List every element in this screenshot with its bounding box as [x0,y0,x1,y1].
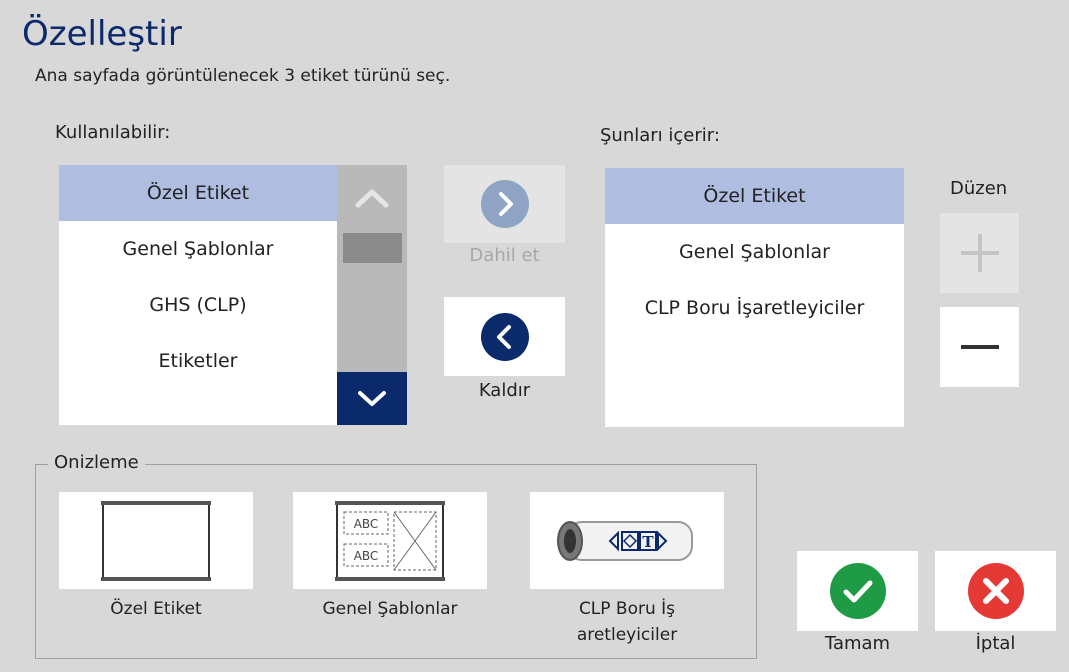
preview-caption: Genel Şablonlar [322,599,458,619]
list-item[interactable]: Özel Etiket [59,165,337,221]
checkmark-icon [829,563,886,619]
chevron-up-icon [355,189,389,207]
remove-button-label: Kaldır [478,380,531,401]
scroll-down-button[interactable] [337,372,407,425]
contains-list-label: Şunları içerir: [600,125,720,146]
page-title: Özelleştir [22,14,182,54]
scroll-up-button[interactable] [337,165,407,230]
list-item[interactable]: Genel Şablonlar [605,224,904,280]
template-abc-text: ABC [354,517,379,531]
template-grid-icon: ABC ABC [335,500,445,581]
move-down-button[interactable] [940,307,1019,387]
chevron-left-circle-icon [480,312,529,361]
list-item[interactable]: Özel Etiket [605,168,904,224]
move-up-button[interactable] [940,213,1019,293]
list-item[interactable]: Etiketler [59,333,337,389]
cancel-button[interactable] [935,551,1056,631]
contains-list: Özel Etiket Genel Şablonlar CLP Boru İşa… [605,168,904,427]
pipe-marker-icon: T [557,520,693,561]
include-button-label: Dahil et [469,245,540,266]
preview-caption: Özel Etiket [110,599,202,619]
available-list-label: Kullanılabilir: [55,122,171,143]
minus-icon [960,345,999,349]
page-subtitle: Ana sayfada görüntülenecek 3 etiket türü… [35,66,451,86]
order-label: Düzen [950,178,1008,199]
template-abc-text: ABC [354,549,379,563]
remove-button[interactable] [444,297,565,376]
preview-caption: CLP Boru İş aretleyiciler [512,596,742,648]
ok-button-label: Tamam [824,633,891,654]
preview-card-clp-pipe-markers: T [530,492,724,589]
preview-legend: Onizleme [48,452,145,473]
chevron-right-circle-icon [480,180,529,228]
chevron-down-icon [358,390,386,406]
cancel-button-label: İptal [975,633,1016,654]
close-icon [967,563,1024,619]
list-item[interactable]: CLP Boru İşaretleyiciler [605,280,904,336]
list-item[interactable]: Genel Şablonlar [59,221,337,277]
ok-button[interactable] [797,551,918,631]
pipe-marker-text: T [642,533,654,551]
list-item[interactable]: GHS (CLP) [59,277,337,333]
preview-card-general-templates: ABC ABC [293,492,487,589]
available-list-scrollbar[interactable] [337,165,407,425]
preview-caption-line: CLP Boru İş [578,599,676,619]
preview-card-custom-label [59,492,253,589]
plus-icon [960,234,999,272]
preview-caption-line: aretleyiciler [576,625,678,645]
available-list: Özel Etiket Genel Şablonlar GHS (CLP) Et… [59,165,337,425]
include-button[interactable] [444,165,565,243]
blank-label-icon [101,500,211,581]
scroll-thumb[interactable] [343,233,402,263]
